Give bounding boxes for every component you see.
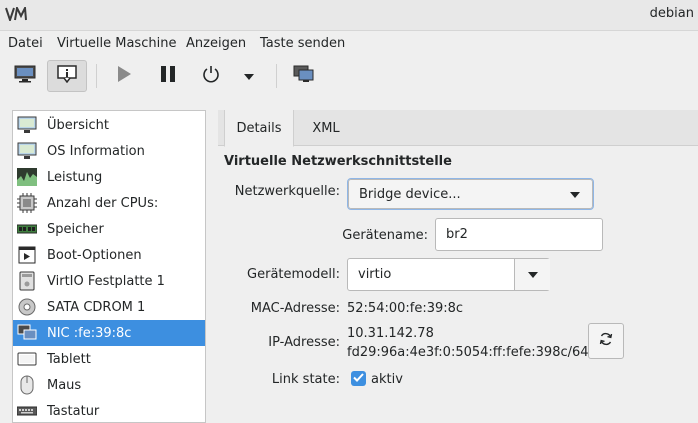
memory-icon — [17, 219, 37, 239]
sidebar-item-keyboard[interactable]: Tastatur — [13, 398, 205, 422]
sidebar-item-sata-cdrom[interactable]: SATA CDROM 1 — [13, 294, 205, 320]
network-source-combo[interactable]: Bridge device... — [347, 178, 594, 210]
device-model-label: Gerätemodell: — [247, 267, 340, 282]
details-button[interactable] — [47, 60, 87, 92]
disk-icon — [17, 271, 37, 291]
pause-button[interactable] — [148, 60, 188, 92]
refresh-ip-button[interactable] — [588, 323, 624, 359]
chevron-down-icon — [570, 192, 580, 198]
power-icon — [202, 65, 220, 87]
mouse-icon — [17, 375, 37, 395]
monitor-icon — [14, 65, 36, 87]
sidebar-item-label: VirtIO Festplatte 1 — [47, 273, 165, 289]
sidebar-item-boot-options[interactable]: Boot-Optionen — [13, 242, 205, 268]
nic-icon — [17, 323, 37, 343]
sidebar-item-label: SATA CDROM 1 — [47, 299, 146, 315]
refresh-icon — [599, 332, 613, 350]
network-source-value: Bridge device... — [359, 186, 461, 202]
tab-bar: Details XML — [218, 110, 698, 147]
sidebar-item-label: Übersicht — [47, 117, 109, 133]
pause-icon — [160, 65, 176, 87]
checkmark-icon — [353, 371, 364, 386]
console-button[interactable] — [5, 60, 45, 92]
device-name-input[interactable]: br2 — [435, 218, 603, 251]
sidebar-item-label: Tablett — [47, 351, 91, 367]
toolbar-separator — [96, 64, 97, 88]
sidebar-item-label: Speicher — [47, 221, 104, 237]
sidebar-item-label: OS Information — [47, 143, 145, 159]
sidebar-item-tablet[interactable]: Tablett — [13, 346, 205, 372]
sidebar-item-label: Boot-Optionen — [47, 247, 142, 263]
tab-xml[interactable]: XML — [296, 110, 356, 146]
shutdown-menu-button[interactable] — [231, 60, 267, 92]
chevron-down-icon — [244, 69, 254, 84]
ip-address-label: IP-Adresse: — [268, 335, 340, 350]
sidebar-item-label: Anzahl der CPUs: — [47, 195, 159, 211]
sidebar-item-performance[interactable]: Leistung — [13, 164, 205, 190]
device-name-value: br2 — [446, 227, 468, 242]
device-model-dropdown-button[interactable] — [515, 259, 550, 290]
link-state-checkbox[interactable] — [351, 371, 366, 386]
menu-bar: Datei Virtuelle Maschine Anzeigen Taste … — [0, 32, 698, 56]
link-state-value: aktiv — [371, 372, 403, 387]
os-info-icon — [17, 141, 37, 161]
sidebar-item-os-information[interactable]: OS Information — [13, 138, 205, 164]
cpu-icon — [17, 193, 37, 213]
snapshots-button[interactable] — [284, 60, 324, 92]
keyboard-icon — [17, 401, 37, 421]
menu-file[interactable]: Datei — [8, 36, 43, 51]
menu-virtual-machine[interactable]: Virtuelle Maschine — [57, 36, 176, 51]
overview-icon — [17, 115, 37, 135]
toolbar — [0, 56, 698, 96]
sidebar-item-cpus[interactable]: Anzahl der CPUs: — [13, 190, 205, 216]
menu-view[interactable]: Anzeigen — [186, 36, 246, 51]
sidebar-item-label: NIC :fe:39:8c — [47, 325, 132, 341]
tab-details[interactable]: Details — [224, 110, 294, 147]
menu-send-key[interactable]: Taste senden — [260, 36, 345, 51]
virt-manager-logo-icon — [5, 4, 27, 25]
tablet-icon — [17, 349, 37, 369]
info-icon — [57, 65, 77, 87]
ip-address-v4: 10.31.142.78 — [347, 326, 434, 341]
window-title: debian — [649, 6, 694, 21]
play-icon — [116, 65, 132, 87]
mac-address-label: MAC-Adresse: — [250, 301, 340, 316]
sidebar-item-overview[interactable]: Übersicht — [13, 112, 205, 138]
boot-icon — [17, 245, 37, 265]
sidebar-item-nic[interactable]: NIC :fe:39:8c — [13, 320, 205, 346]
sidebar-item-memory[interactable]: Speicher — [13, 216, 205, 242]
link-state-label: Link state: — [271, 372, 340, 387]
sidebar-item-virtio-disk[interactable]: VirtIO Festplatte 1 — [13, 268, 205, 294]
network-source-label: Netzwerkquelle: — [234, 184, 340, 199]
device-model-combo[interactable]: virtio — [347, 258, 550, 291]
sidebar-item-label: Leistung — [47, 169, 103, 185]
sidebar-item-mouse[interactable]: Maus — [13, 372, 205, 398]
performance-icon — [17, 167, 37, 187]
run-button[interactable] — [104, 60, 144, 92]
chevron-down-icon — [527, 271, 538, 278]
toolbar-separator — [276, 64, 277, 88]
details-panel: Details XML Virtuelle Netzwerkschnittste… — [218, 110, 698, 423]
ip-address-v6: fd29:96a:4e3f:0:5054:ff:fefe:398c/64 — [347, 345, 589, 360]
shutdown-button[interactable] — [191, 60, 231, 92]
sidebar-item-label: Maus — [47, 377, 82, 393]
sidebar-item-label: Tastatur — [47, 403, 100, 419]
cdrom-icon — [17, 297, 37, 317]
screenshot-icon — [293, 65, 315, 87]
device-model-value: virtio — [358, 267, 392, 282]
hardware-list: Übersicht OS Information Leistung Anzahl… — [12, 110, 206, 423]
section-title: Virtuelle Netzwerkschnittstelle — [224, 154, 452, 169]
title-bar: debian — [0, 0, 698, 31]
mac-address-value: 52:54:00:fe:39:8c — [347, 301, 464, 316]
device-name-label: Gerätename: — [342, 228, 428, 243]
